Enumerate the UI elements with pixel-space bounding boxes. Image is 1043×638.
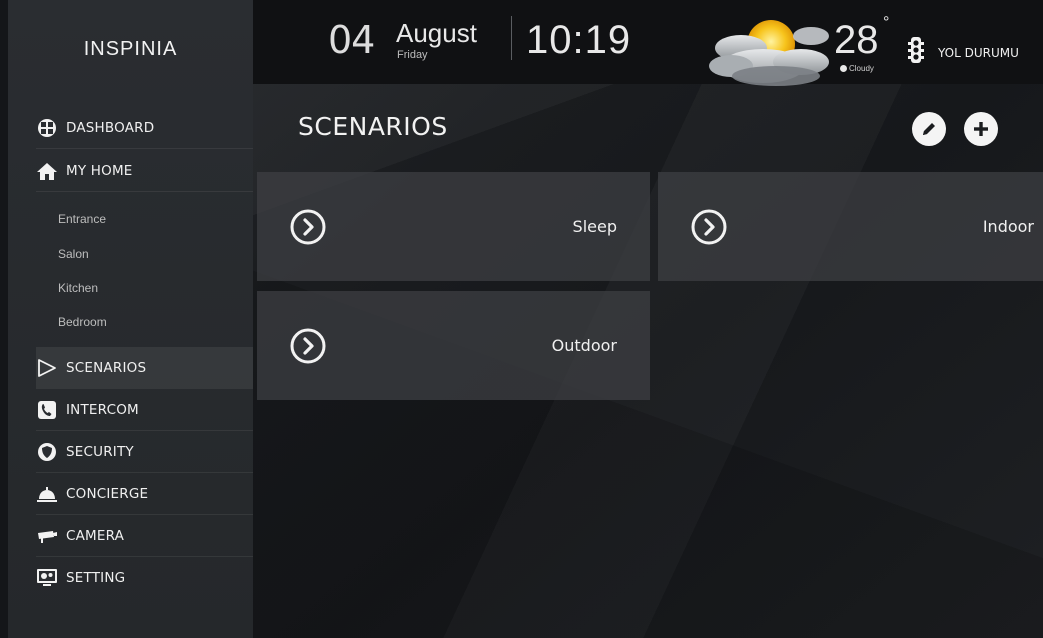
scenario-name: Outdoor [551, 336, 617, 355]
sidebar-item-intercom[interactable]: INTERCOM [36, 389, 253, 431]
traffic-status-link[interactable]: YOL DURUMU [938, 46, 1019, 60]
app-frame: INSPINIA DASHBOARD MY HOME Entrance Salo… [8, 0, 1043, 638]
sidebar-item-label: SCENARIOS [66, 360, 147, 376]
plus-icon [974, 122, 988, 136]
sidebar-item-label: INTERCOM [66, 401, 139, 418]
shield-icon [36, 441, 58, 463]
header-bar: 04 August Friday 10:19 28 ° Cloudy YOL D… [253, 0, 1043, 86]
sidebar-item-label: CONCIERGE [66, 485, 149, 502]
settings-icon [36, 567, 58, 589]
sidebar-item-label: CAMERA [66, 527, 125, 544]
page-title: SCENARIOS [298, 112, 448, 141]
room-link-kitchen[interactable]: Kitchen [58, 281, 98, 295]
clock-time: 10:19 [526, 18, 632, 62]
header-divider [511, 16, 512, 60]
cloche-icon [36, 483, 58, 505]
date-weekday: Friday [397, 49, 428, 61]
scenario-card-sleep[interactable]: Sleep [257, 172, 650, 281]
sidebar-item-my-home[interactable]: MY HOME [36, 150, 253, 192]
camera-icon [36, 525, 58, 547]
pencil-icon [923, 123, 935, 135]
sidebar: INSPINIA DASHBOARD MY HOME Entrance Salo… [8, 0, 253, 638]
weather-condition-label: Cloudy [849, 64, 874, 73]
sidebar-item-concierge[interactable]: CONCIERGE [36, 473, 253, 515]
sidebar-item-setting[interactable]: SETTING [36, 557, 253, 599]
sidebar-item-camera[interactable]: CAMERA [36, 515, 253, 557]
sidebar-item-scenarios[interactable]: SCENARIOS [36, 347, 253, 389]
info-dot-icon [840, 65, 847, 72]
dashboard-icon [36, 117, 58, 139]
room-link-bedroom[interactable]: Bedroom [58, 315, 107, 329]
play-icon [36, 357, 58, 379]
sidebar-item-label: DASHBOARD [66, 119, 155, 136]
chevron-circle-right-icon [691, 209, 727, 245]
chevron-circle-right-icon [290, 209, 326, 245]
temperature-value: 28 [834, 18, 879, 62]
sidebar-item-security[interactable]: SECURITY [36, 431, 253, 473]
edit-button[interactable] [912, 112, 946, 146]
traffic-light-icon[interactable] [908, 36, 924, 64]
sidebar-item-dashboard[interactable]: DASHBOARD [36, 107, 253, 149]
add-scenario-button[interactable] [964, 112, 998, 146]
degree-symbol: ° [883, 14, 890, 31]
brand-logo: INSPINIA [83, 38, 178, 60]
scenario-name: Sleep [572, 217, 617, 236]
room-link-entrance[interactable]: Entrance [58, 212, 106, 226]
chevron-circle-right-icon [290, 328, 326, 364]
weather-condition: Cloudy [840, 64, 874, 73]
scenario-name: Indoor [982, 217, 1034, 236]
date-month: August [396, 18, 477, 48]
sidebar-item-label: SETTING [66, 570, 126, 586]
weather-cloudy-icon [709, 20, 829, 86]
scenario-card-indoor[interactable]: Indoor [658, 172, 1043, 281]
room-link-salon[interactable]: Salon [58, 247, 89, 261]
sidebar-item-label: SECURITY [66, 443, 134, 460]
date-day: 04 [328, 18, 375, 62]
scenario-card-outdoor[interactable]: Outdoor [257, 291, 650, 400]
home-icon [36, 160, 58, 182]
phone-icon [36, 399, 58, 421]
sidebar-item-label: MY HOME [66, 162, 133, 179]
